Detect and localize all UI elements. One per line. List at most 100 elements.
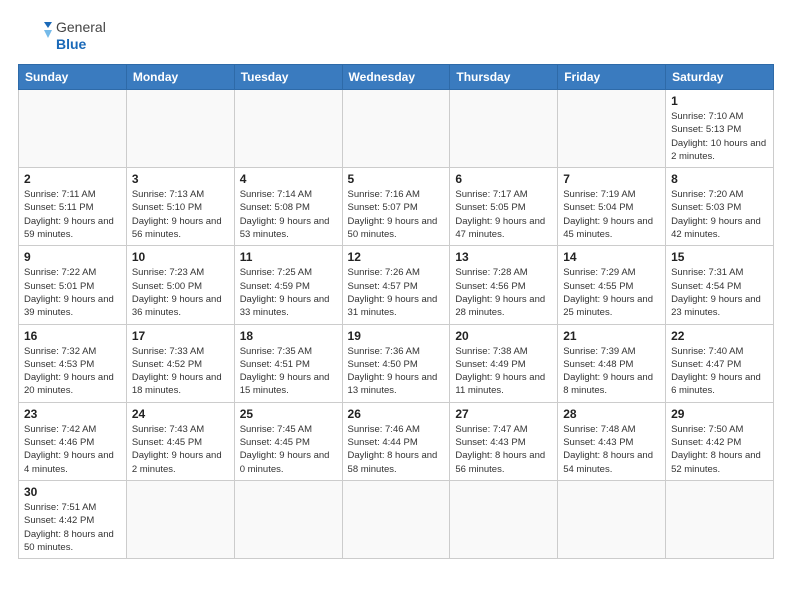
day-number: 13 — [455, 250, 552, 264]
day-number: 4 — [240, 172, 337, 186]
logo-area: General Blue — [18, 18, 106, 54]
calendar-day-cell: 14Sunrise: 7:29 AM Sunset: 4:55 PM Dayli… — [558, 246, 666, 324]
day-info: Sunrise: 7:10 AM Sunset: 5:13 PM Dayligh… — [671, 110, 768, 163]
calendar-day-cell: 11Sunrise: 7:25 AM Sunset: 4:59 PM Dayli… — [234, 246, 342, 324]
day-info: Sunrise: 7:13 AM Sunset: 5:10 PM Dayligh… — [132, 188, 229, 241]
calendar-day-cell: 8 Sunrise: 7:20 AM Sunset: 5:03 PM Daylig… — [666, 168, 774, 246]
calendar-week-row: 2Sunrise: 7:11 AM Sunset: 5:11 PM Daylig… — [19, 168, 774, 246]
day-number: 7 — [563, 172, 660, 186]
calendar-day-cell: 17 Sunrise: 7:33 AM Sunset: 4:52 PM Dayli… — [126, 324, 234, 402]
day-info: Sunrise: 7:33 AM Sunset: 4:52 PM Dayligh… — [132, 345, 229, 398]
calendar-day-cell — [19, 90, 127, 168]
calendar-day-cell: 1 Sunrise: 7:10 AM Sunset: 5:13 PM Daylig… — [666, 90, 774, 168]
logo-general: General — [56, 19, 106, 36]
weekday-header: Tuesday — [234, 65, 342, 90]
logo-blue: Blue — [56, 36, 106, 53]
day-info: Sunrise: 7:50 AM Sunset: 4:42 PM Dayligh… — [671, 423, 768, 476]
calendar-day-cell: 21 Sunrise: 7:39 AM Sunset: 4:48 PM Dayli… — [558, 324, 666, 402]
calendar-day-cell: 3Sunrise: 7:13 AM Sunset: 5:10 PM Daylig… — [126, 168, 234, 246]
day-number: 8 — [671, 172, 768, 186]
header: General Blue — [18, 18, 774, 54]
calendar-day-cell: 27Sunrise: 7:47 AM Sunset: 4:43 PM Dayli… — [450, 402, 558, 480]
day-info: Sunrise: 7:39 AM Sunset: 4:48 PM Dayligh… — [563, 345, 660, 398]
calendar-day-cell: 9 Sunrise: 7:22 AM Sunset: 5:01 PM Daylig… — [19, 246, 127, 324]
logo-container: General Blue — [18, 18, 106, 54]
calendar-day-cell: 5Sunrise: 7:16 AM Sunset: 5:07 PM Daylig… — [342, 168, 450, 246]
day-info: Sunrise: 7:14 AM Sunset: 5:08 PM Dayligh… — [240, 188, 337, 241]
calendar-day-cell: 23 Sunrise: 7:42 AM Sunset: 4:46 PM Dayli… — [19, 402, 127, 480]
day-info: Sunrise: 7:51 AM Sunset: 4:42 PM Dayligh… — [24, 501, 121, 554]
day-number: 5 — [348, 172, 445, 186]
calendar-day-cell: 28Sunrise: 7:48 AM Sunset: 4:43 PM Dayli… — [558, 402, 666, 480]
day-number: 22 — [671, 329, 768, 343]
day-info: Sunrise: 7:28 AM Sunset: 4:56 PM Dayligh… — [455, 266, 552, 319]
calendar-day-cell: 7Sunrise: 7:19 AM Sunset: 5:04 PM Daylig… — [558, 168, 666, 246]
day-number: 23 — [24, 407, 121, 421]
weekday-header: Monday — [126, 65, 234, 90]
calendar-day-cell: 2Sunrise: 7:11 AM Sunset: 5:11 PM Daylig… — [19, 168, 127, 246]
day-info: Sunrise: 7:47 AM Sunset: 4:43 PM Dayligh… — [455, 423, 552, 476]
day-info: Sunrise: 7:20 AM Sunset: 5:03 PM Dayligh… — [671, 188, 768, 241]
calendar-day-cell: 18 Sunrise: 7:35 AM Sunset: 4:51 PM Dayli… — [234, 324, 342, 402]
calendar-day-cell: 10Sunrise: 7:23 AM Sunset: 5:00 PM Dayli… — [126, 246, 234, 324]
weekday-header: Wednesday — [342, 65, 450, 90]
day-number: 9 — [24, 250, 121, 264]
weekday-header: Sunday — [19, 65, 127, 90]
weekday-header: Thursday — [450, 65, 558, 90]
calendar-day-cell — [234, 90, 342, 168]
calendar-day-cell: 15 Sunrise: 7:31 AM Sunset: 4:54 PM Dayli… — [666, 246, 774, 324]
weekday-header: Saturday — [666, 65, 774, 90]
calendar-day-cell — [126, 480, 234, 558]
day-number: 18 — [240, 329, 337, 343]
day-info: Sunrise: 7:35 AM Sunset: 4:51 PM Dayligh… — [240, 345, 337, 398]
calendar-week-row: 16Sunrise: 7:32 AM Sunset: 4:53 PM Dayli… — [19, 324, 774, 402]
day-info: Sunrise: 7:42 AM Sunset: 4:46 PM Dayligh… — [24, 423, 121, 476]
weekday-header: Friday — [558, 65, 666, 90]
calendar-day-cell — [126, 90, 234, 168]
day-info: Sunrise: 7:43 AM Sunset: 4:45 PM Dayligh… — [132, 423, 229, 476]
calendar-day-cell — [558, 480, 666, 558]
day-number: 10 — [132, 250, 229, 264]
calendar-week-row: 30 Sunrise: 7:51 AM Sunset: 4:42 PM Dayli… — [19, 480, 774, 558]
calendar-day-cell — [558, 90, 666, 168]
day-info: Sunrise: 7:31 AM Sunset: 4:54 PM Dayligh… — [671, 266, 768, 319]
day-number: 24 — [132, 407, 229, 421]
calendar-week-row: 9 Sunrise: 7:22 AM Sunset: 5:01 PM Daylig… — [19, 246, 774, 324]
day-number: 26 — [348, 407, 445, 421]
calendar-day-cell: 16Sunrise: 7:32 AM Sunset: 4:53 PM Dayli… — [19, 324, 127, 402]
day-number: 28 — [563, 407, 660, 421]
calendar-day-cell — [342, 480, 450, 558]
day-number: 20 — [455, 329, 552, 343]
day-info: Sunrise: 7:29 AM Sunset: 4:55 PM Dayligh… — [563, 266, 660, 319]
day-info: Sunrise: 7:45 AM Sunset: 4:45 PM Dayligh… — [240, 423, 337, 476]
day-number: 11 — [240, 250, 337, 264]
calendar-day-cell — [666, 480, 774, 558]
calendar-week-row: 23 Sunrise: 7:42 AM Sunset: 4:46 PM Dayli… — [19, 402, 774, 480]
calendar-day-cell: 13 Sunrise: 7:28 AM Sunset: 4:56 PM Dayli… — [450, 246, 558, 324]
day-number: 15 — [671, 250, 768, 264]
calendar-day-cell: 26 Sunrise: 7:46 AM Sunset: 4:44 PM Dayli… — [342, 402, 450, 480]
day-info: Sunrise: 7:40 AM Sunset: 4:47 PM Dayligh… — [671, 345, 768, 398]
day-number: 29 — [671, 407, 768, 421]
calendar-day-cell — [342, 90, 450, 168]
day-number: 16 — [24, 329, 121, 343]
calendar-day-cell: 22 Sunrise: 7:40 AM Sunset: 4:47 PM Dayli… — [666, 324, 774, 402]
calendar-table: SundayMondayTuesdayWednesdayThursdayFrid… — [18, 64, 774, 559]
day-number: 19 — [348, 329, 445, 343]
calendar-day-cell: 29 Sunrise: 7:50 AM Sunset: 4:42 PM Dayli… — [666, 402, 774, 480]
day-number: 1 — [671, 94, 768, 108]
day-number: 17 — [132, 329, 229, 343]
calendar-day-cell — [450, 480, 558, 558]
day-info: Sunrise: 7:11 AM Sunset: 5:11 PM Dayligh… — [24, 188, 121, 241]
day-number: 6 — [455, 172, 552, 186]
day-info: Sunrise: 7:46 AM Sunset: 4:44 PM Dayligh… — [348, 423, 445, 476]
page: General Blue SundayMondayTuesdayWednesda… — [0, 0, 792, 612]
day-number: 21 — [563, 329, 660, 343]
calendar-day-cell: 4 Sunrise: 7:14 AM Sunset: 5:08 PM Daylig… — [234, 168, 342, 246]
day-info: Sunrise: 7:26 AM Sunset: 4:57 PM Dayligh… — [348, 266, 445, 319]
day-info: Sunrise: 7:22 AM Sunset: 5:01 PM Dayligh… — [24, 266, 121, 319]
calendar-day-cell: 30 Sunrise: 7:51 AM Sunset: 4:42 PM Dayli… — [19, 480, 127, 558]
calendar-day-cell: 25Sunrise: 7:45 AM Sunset: 4:45 PM Dayli… — [234, 402, 342, 480]
day-info: Sunrise: 7:38 AM Sunset: 4:49 PM Dayligh… — [455, 345, 552, 398]
day-number: 30 — [24, 485, 121, 499]
